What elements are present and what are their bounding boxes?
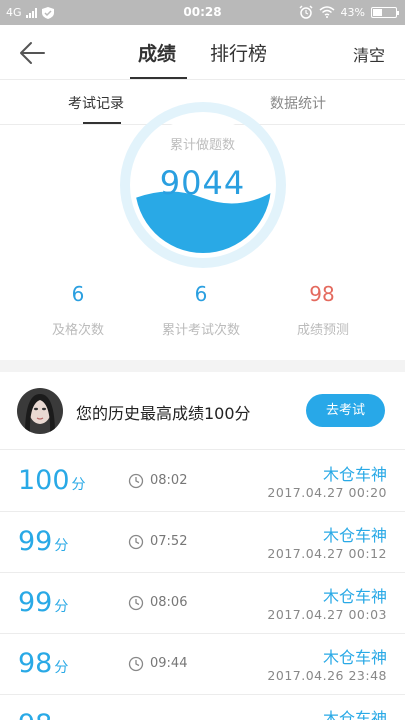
stat-prediction: 98 xyxy=(309,282,335,306)
battery-percent: 43% xyxy=(340,5,365,19)
clock-icon xyxy=(128,534,144,550)
record-date: 2017.04.27 00:20 xyxy=(267,485,387,500)
record-user-name: 木仓车神 xyxy=(322,465,387,484)
record-score: 99 分 xyxy=(18,526,68,557)
record-score: 100 分 xyxy=(18,465,86,496)
best-score-text: 您的历史最高成绩100分 xyxy=(76,404,251,423)
record-duration: 07:52 xyxy=(150,534,188,549)
status-right: 43% xyxy=(299,5,399,19)
record-score-value: 99 xyxy=(18,587,53,618)
battery-icon xyxy=(371,6,399,18)
record-user-name: 木仓车神 xyxy=(322,648,387,667)
stat-exam-count-label: 累计考试次数 xyxy=(161,323,240,338)
record-score: 98 xyxy=(18,709,54,720)
record-score-value: 100 xyxy=(18,465,70,496)
clock-icon xyxy=(128,595,144,611)
stat-exam-count: 6 xyxy=(194,282,208,306)
record-user-name: 木仓车神 xyxy=(322,526,387,545)
record-row[interactable]: 98 分 09:44 木仓车神 2017.04.26 23:48 xyxy=(0,634,405,695)
stat-prediction-label: 成绩预测 xyxy=(296,323,349,338)
stat-pass-count-label: 及格次数 xyxy=(51,323,104,338)
clock-icon xyxy=(128,656,144,672)
record-date: 2017.04.27 00:12 xyxy=(267,546,387,561)
record-duration: 08:06 xyxy=(150,595,188,610)
record-score-value: 98 xyxy=(18,709,52,720)
record-date: 2017.04.27 00:03 xyxy=(267,607,387,622)
status-bar: 4G 00:28 43% xyxy=(0,0,405,25)
record-duration: 09:44 xyxy=(150,656,188,671)
record-row[interactable]: 98 木仓车神 xyxy=(0,695,405,720)
record-score-unit: 分 xyxy=(54,538,69,554)
app-header: 成绩 排行榜 清空 xyxy=(0,25,405,80)
record-user-name: 木仓车神 xyxy=(322,709,387,720)
back-arrow-icon[interactable] xyxy=(18,39,48,67)
record-score: 98 分 xyxy=(18,648,68,679)
section-divider xyxy=(0,360,405,372)
battery-fill xyxy=(373,8,383,16)
subtab-exam-records[interactable]: 考试记录 xyxy=(68,93,124,113)
subtab-active-indicator xyxy=(83,122,121,124)
record-score-unit: 分 xyxy=(54,599,69,615)
record-user-name: 木仓车神 xyxy=(322,587,387,606)
gauge-label: 累计做题数 xyxy=(169,138,235,153)
record-score-unit: 分 xyxy=(54,660,69,676)
record-date: 2017.04.26 23:48 xyxy=(267,668,387,683)
tab-leaderboard[interactable]: 排行榜 xyxy=(210,39,267,66)
alarm-icon xyxy=(299,5,313,19)
record-score-value: 99 xyxy=(18,526,53,557)
record-row[interactable]: 99 分 07:52 木仓车神 2017.04.27 00:12 xyxy=(0,512,405,573)
record-score-unit: 分 xyxy=(71,477,86,493)
record-row[interactable]: 100 分 08:02 木仓车神 2017.04.27 00:20 xyxy=(0,451,405,512)
clear-button[interactable]: 清空 xyxy=(353,42,385,66)
take-exam-button[interactable]: 去考试 xyxy=(306,394,385,427)
best-score-bar: 您的历史最高成绩100分 去考试 xyxy=(0,372,405,450)
avatar[interactable] xyxy=(17,388,63,434)
tab-scores[interactable]: 成绩 xyxy=(138,39,176,66)
record-row[interactable]: 99 分 08:06 木仓车神 2017.04.27 00:03 xyxy=(0,573,405,634)
record-score-value: 98 xyxy=(18,648,53,679)
tab-active-indicator xyxy=(130,77,187,79)
gauge-value: 9044 xyxy=(159,164,246,202)
record-duration: 08:02 xyxy=(150,473,188,488)
record-score: 99 分 xyxy=(18,587,68,618)
stat-pass-count: 6 xyxy=(71,282,85,306)
wifi-icon xyxy=(319,6,335,18)
clock-icon xyxy=(128,473,144,489)
